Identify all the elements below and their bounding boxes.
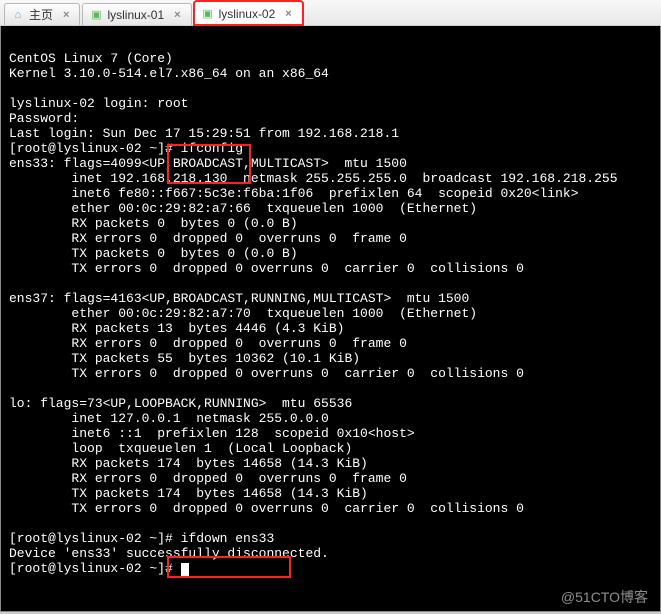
terminal-line: inet 127.0.0.1 netmask 255.0.0.0 [9, 411, 329, 426]
terminal-line: inet 192.168.218.130 netmask 255.255.255… [9, 171, 618, 186]
terminal-line: Kernel 3.10.0-514.el7.x86_64 on an x86_6… [9, 66, 329, 81]
close-icon[interactable]: × [285, 8, 291, 20]
cursor-icon [181, 563, 189, 576]
terminal-line: ether 00:0c:29:82:a7:70 txqueuelen 1000 … [9, 306, 477, 321]
terminal-line: TX errors 0 dropped 0 overruns 0 carrier… [9, 366, 524, 381]
close-icon[interactable]: × [174, 9, 180, 21]
terminal-line: ens33: flags=4099<UP,BROADCAST,MULTICAST… [9, 156, 407, 171]
terminal-line: TX errors 0 dropped 0 overruns 0 carrier… [9, 501, 524, 516]
tab-label: lyslinux-01 [107, 8, 164, 22]
terminal-line: lo: flags=73<UP,LOOPBACK,RUNNING> mtu 65… [9, 396, 352, 411]
tab-label: 主页 [29, 6, 53, 23]
terminal-line: TX packets 174 bytes 14658 (14.3 KiB) [9, 486, 368, 501]
terminal-line: [root@lyslinux-02 ~]# ifconfig [9, 141, 243, 156]
terminal-line: RX errors 0 dropped 0 overruns 0 frame 0 [9, 471, 407, 486]
tab-lyslinux-02[interactable]: ▣ lyslinux-02 × [194, 1, 303, 25]
terminal-line: RX errors 0 dropped 0 overruns 0 frame 0 [9, 231, 407, 246]
home-icon: ⌂ [11, 8, 25, 22]
terminal-line: TX packets 0 bytes 0 (0.0 B) [9, 246, 298, 261]
terminal-line: TX errors 0 dropped 0 overruns 0 carrier… [9, 261, 524, 276]
terminal-line: TX packets 55 bytes 10362 (10.1 KiB) [9, 351, 360, 366]
terminal-line: loop txqueuelen 1 (Local Loopback) [9, 441, 352, 456]
terminal-line: Device 'ens33' successfully disconnected… [9, 546, 329, 561]
watermark: @51CTO博客 [561, 590, 648, 605]
close-icon[interactable]: × [63, 9, 69, 21]
terminal-line: lyslinux-02 login: root [9, 96, 188, 111]
terminal-icon: ▣ [89, 8, 103, 22]
terminal-line: ens37: flags=4163<UP,BROADCAST,RUNNING,M… [9, 291, 469, 306]
terminal-line: [root@lyslinux-02 ~]# ifdown ens33 [9, 531, 274, 546]
terminal-line: Last login: Sun Dec 17 15:29:51 from 192… [9, 126, 399, 141]
terminal-line: inet6 fe80::f667:5c3e:f6ba:1f06 prefixle… [9, 186, 579, 201]
terminal-icon: ▣ [201, 7, 215, 21]
terminal-pane[interactable]: CentOS Linux 7 (Core) Kernel 3.10.0-514.… [0, 26, 661, 612]
tab-bar: ⌂ 主页 × ▣ lyslinux-01 × ▣ lyslinux-02 × [0, 0, 661, 26]
terminal-line: CentOS Linux 7 (Core) [9, 51, 173, 66]
terminal-line: RX errors 0 dropped 0 overruns 0 frame 0 [9, 336, 407, 351]
terminal-line: RX packets 13 bytes 4446 (4.3 KiB) [9, 321, 344, 336]
terminal-line: Password: [9, 111, 79, 126]
terminal-line: RX packets 174 bytes 14658 (14.3 KiB) [9, 456, 368, 471]
tab-home[interactable]: ⌂ 主页 × [4, 3, 80, 25]
tab-label: lyslinux-02 [219, 7, 276, 21]
tab-lyslinux-01[interactable]: ▣ lyslinux-01 × [82, 3, 191, 25]
terminal-line: ether 00:0c:29:82:a7:66 txqueuelen 1000 … [9, 201, 477, 216]
terminal-line: [root@lyslinux-02 ~]# [9, 561, 181, 576]
terminal-line: RX packets 0 bytes 0 (0.0 B) [9, 216, 298, 231]
terminal-line: inet6 ::1 prefixlen 128 scopeid 0x10<hos… [9, 426, 415, 441]
